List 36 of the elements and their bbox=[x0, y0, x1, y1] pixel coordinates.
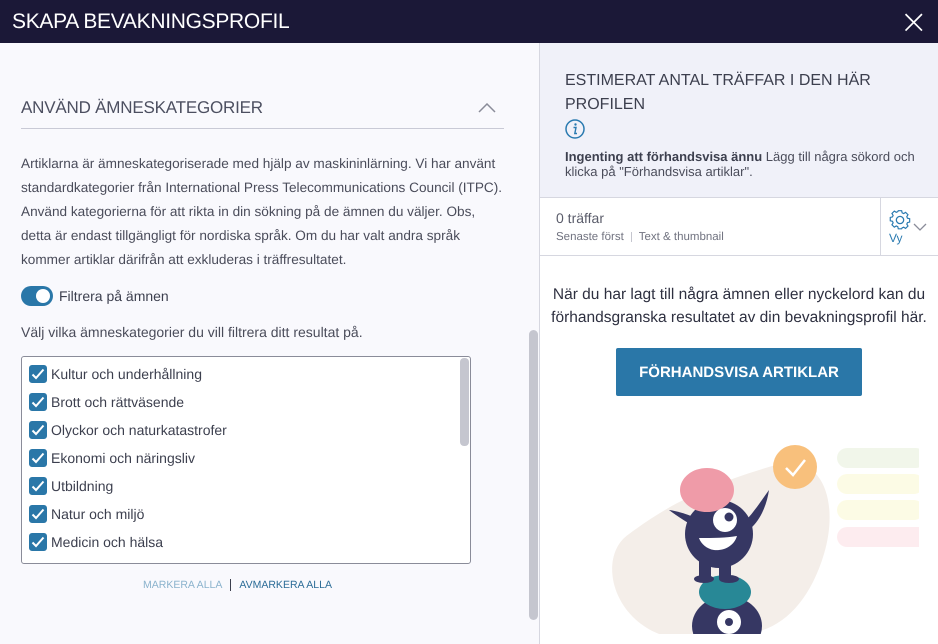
section-header[interactable]: ANVÄND ÄMNESKATEGORIER bbox=[21, 98, 504, 129]
checkbox-label[interactable]: Medicin och hälsa bbox=[51, 534, 164, 550]
checkbox-label[interactable]: Utbildning bbox=[51, 478, 114, 494]
instruction-text: Välj vilka ämneskategorier du vill filtrera ditt resultat på. bbox=[21, 324, 364, 340]
checkbox[interactable] bbox=[29, 449, 47, 467]
toggle-label: Filtrera på ämnen bbox=[59, 288, 169, 304]
checkbox[interactable] bbox=[29, 365, 47, 383]
hit-count: 0 träffar bbox=[556, 210, 605, 226]
panel-title: ESTIMERAT ANTAL TRÄFFAR I DEN HÄR PROFILEN bbox=[565, 70, 872, 115]
info-text: Ingenting att förhandsvisa ännu Lägg till några sökord och klicka på "Förhandsvisa artiklar". bbox=[565, 149, 916, 179]
close-button[interactable]: × bbox=[896, 4, 932, 38]
link[interactable]: AVMARKERA ALLA bbox=[239, 579, 332, 591]
checkbox[interactable] bbox=[29, 393, 47, 411]
checkbox[interactable] bbox=[29, 505, 47, 523]
checkbox[interactable] bbox=[29, 421, 47, 439]
gear-icon bbox=[889, 208, 911, 230]
checkbox[interactable] bbox=[29, 533, 47, 551]
info-icon[interactable] bbox=[565, 119, 585, 139]
checkbox-label[interactable]: Kultur och underhållning bbox=[51, 366, 202, 382]
chevron-up-icon[interactable] bbox=[478, 103, 496, 113]
toggle-switch[interactable] bbox=[21, 286, 53, 306]
view-mode-label: Text & thumbnail bbox=[638, 231, 724, 243]
preview-articles-button[interactable]: FÖRHANDSVISA ARTIKLAR bbox=[616, 348, 862, 396]
checkbox-label[interactable]: Brott och rättväsende bbox=[51, 394, 184, 410]
section-title: ANVÄND ÄMNESKATEGORIER bbox=[21, 98, 263, 118]
description-text: Artiklarna är ämneskategoriserade med hjälp av maskininlärning. Vi har använt standardkategorier från International Press Telecommunications Council (ITPC). Använd kategorierna för att rikta in din sökning på de ämnen du väljer. Obs, detta är endast tillgängligt för nordiska språk. Om du har valt andra språk kommer artiklar därifrån att exkluderas i träffresultatet. bbox=[21, 155, 504, 269]
checkbox-label[interactable]: Natur och miljö bbox=[51, 506, 144, 522]
checkbox-label[interactable]: Olyckor och naturkatastrofer bbox=[51, 422, 227, 438]
checkbox-label[interactable]: Ekonomi och näringsliv bbox=[51, 450, 195, 466]
chevron-down-icon bbox=[913, 222, 927, 230]
sort-label: Senaste först bbox=[556, 231, 624, 243]
checkbox[interactable] bbox=[29, 477, 47, 495]
scrollbar-thumb[interactable] bbox=[460, 358, 469, 446]
scrollbar-thumb[interactable] bbox=[529, 330, 538, 620]
empty-state-message: När du har lagt till några ämnen eller nyckelord kan du förhandsgranska resultatet av din bevakningsprofil här. bbox=[550, 285, 928, 328]
window-title: SKAPA BEVAKNINGSPROFIL bbox=[12, 10, 290, 34]
